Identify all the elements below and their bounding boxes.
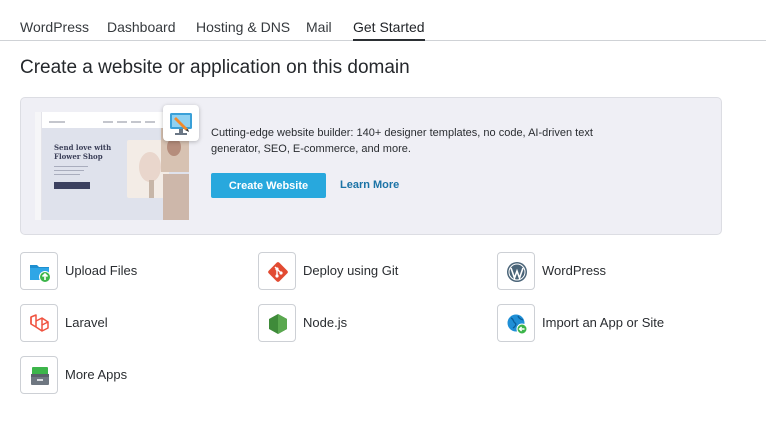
- apps-catalog-icon: [20, 356, 58, 394]
- promo-description: Cutting-edge website builder: 140+ desig…: [211, 127, 593, 155]
- tab-get-started[interactable]: Get Started: [353, 19, 425, 41]
- learn-more-link[interactable]: Learn More: [340, 179, 399, 191]
- git-icon: [258, 252, 296, 290]
- upload-files-label: Upload Files: [65, 263, 138, 278]
- laravel-icon: [20, 304, 58, 342]
- upload-folder-icon: [20, 252, 58, 290]
- site-builder-promo: Send love with Flower Shop Cutting-edge …: [20, 97, 722, 235]
- deploy-git-label: Deploy using Git: [303, 263, 399, 278]
- tab-dashboard[interactable]: Dashboard: [107, 19, 176, 41]
- preview-heading-line2: Flower Shop: [54, 152, 103, 161]
- create-website-button[interactable]: Create Website: [211, 173, 326, 198]
- laravel-label: Laravel: [65, 315, 108, 330]
- nodejs-icon: [258, 304, 296, 342]
- site-builder-icon: [163, 105, 199, 141]
- more-apps-label: More Apps: [65, 367, 128, 382]
- tab-hosting-dns[interactable]: Hosting & DNS: [196, 19, 290, 41]
- import-globe-icon: [497, 304, 535, 342]
- tab-mail[interactable]: Mail: [306, 19, 332, 41]
- import-app-label: Import an App or Site: [542, 315, 665, 330]
- preview-heading-line1: Send love with: [54, 143, 112, 152]
- wordpress-label: WordPress: [542, 263, 607, 278]
- tab-wordpress[interactable]: WordPress: [20, 19, 89, 41]
- page-title: Create a website or application on this …: [20, 57, 410, 78]
- nodejs-label: Node.js: [303, 315, 348, 330]
- wordpress-icon: [497, 252, 535, 290]
- tab-bar: WordPress Dashboard Hosting & DNS Mail G…: [0, 0, 766, 41]
